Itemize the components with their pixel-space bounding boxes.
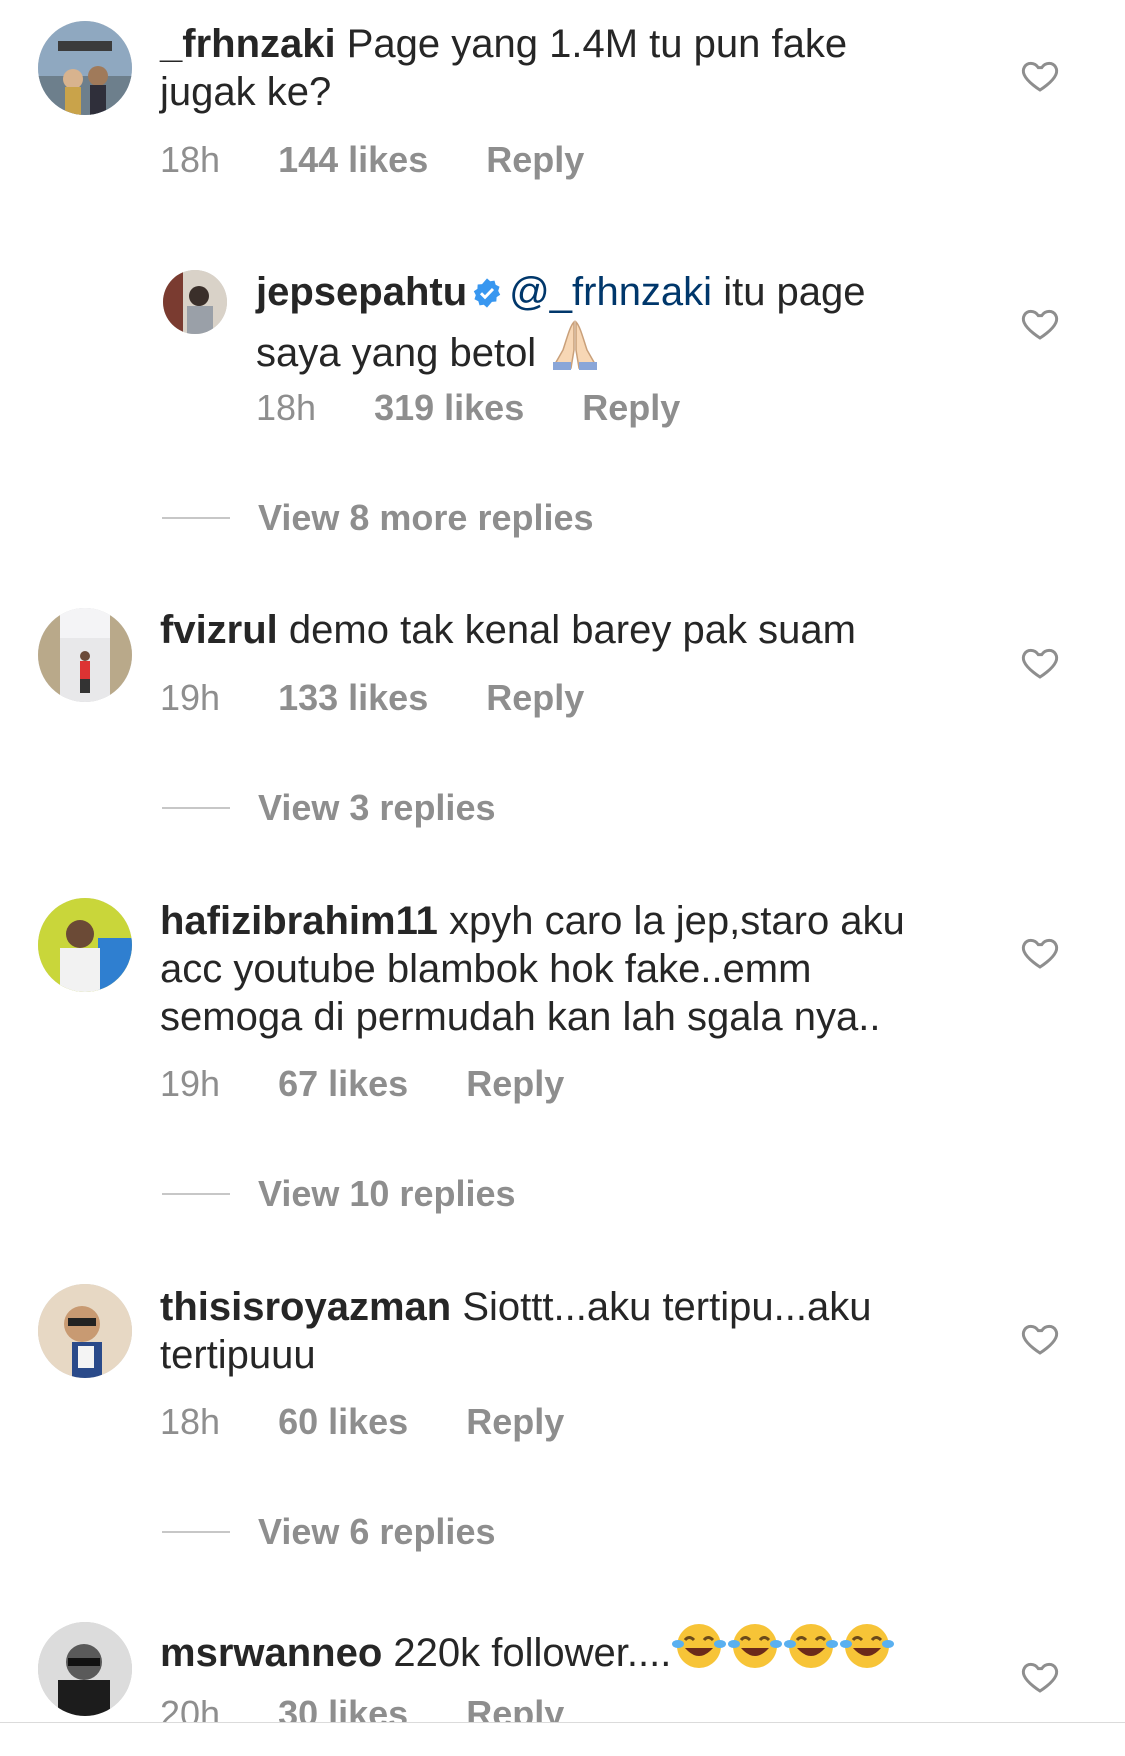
divider-line <box>162 517 230 519</box>
comment-body-line2: acc youtube blambok hok fake..emm <box>160 947 812 991</box>
reply-button[interactable]: Reply <box>486 139 584 180</box>
username[interactable]: fvizrul <box>160 608 278 652</box>
timestamp: 18h <box>160 1401 221 1442</box>
comment-body-line2: jugak ke? <box>160 70 332 114</box>
folded-hands-emoji-icon <box>547 316 603 383</box>
comment-meta: 18h 144 likes Reply <box>160 140 584 180</box>
timestamp: 18h <box>160 139 221 180</box>
view-replies-button[interactable]: View 3 replies <box>162 788 495 828</box>
face-with-tears-of-joy-icon <box>839 1620 895 1683</box>
reply-button[interactable]: Reply <box>582 387 680 428</box>
view-replies-label[interactable]: View 10 replies <box>258 1174 516 1214</box>
avatar-fvizrul[interactable] <box>38 608 132 702</box>
username[interactable]: jepsepahtu <box>256 270 467 314</box>
reply-button[interactable]: Reply <box>466 1063 564 1104</box>
comment-body-line2: tertipuuu <box>160 1333 316 1377</box>
username[interactable]: msrwanneo <box>160 1631 382 1675</box>
likes-count[interactable]: 30 likes <box>278 1694 408 1722</box>
comment-text: msrwanneo 220k follower.... <box>160 1620 960 1683</box>
avatar-hafizibrahim11[interactable] <box>38 898 132 992</box>
divider-line <box>162 1531 230 1533</box>
timestamp: 18h <box>256 387 317 428</box>
comment-text: thisisroyazman Siottt...aku tertipu...ak… <box>160 1283 940 1379</box>
heart-icon[interactable] <box>1020 55 1060 95</box>
divider-line <box>162 807 230 809</box>
comment-text: fvizrul demo tak kenal barey pak suam <box>160 606 940 654</box>
avatar-jepsepahtu[interactable] <box>163 270 227 334</box>
mention-link[interactable]: @_frhnzaki <box>509 270 712 314</box>
likes-count[interactable]: 67 likes <box>278 1063 408 1104</box>
face-with-tears-of-joy-icon <box>727 1620 783 1683</box>
comment-body: Page yang 1.4M tu pun fake <box>346 22 848 66</box>
view-replies-button[interactable]: View 8 more replies <box>162 498 594 538</box>
avatar-thisisroyazman[interactable] <box>38 1284 132 1378</box>
comment-body-line3: semoga di permudah kan lah sgala nya.. <box>160 995 881 1039</box>
timestamp: 20h <box>160 1694 221 1722</box>
heart-icon[interactable] <box>1020 303 1060 343</box>
username[interactable]: hafizibrahim11 <box>160 899 438 943</box>
likes-count[interactable]: 144 likes <box>278 139 428 180</box>
timestamp: 19h <box>160 1063 221 1104</box>
likes-count[interactable]: 133 likes <box>278 677 428 718</box>
comment-meta: 18h 319 likes Reply <box>256 388 680 428</box>
view-replies-label[interactable]: View 3 replies <box>258 788 495 828</box>
comment-body-line2: saya yang betol <box>256 331 537 375</box>
comment-body: Siottt...aku tertipu...aku <box>462 1285 872 1329</box>
comment-text: _frhnzaki Page yang 1.4M tu pun fake jug… <box>160 20 940 116</box>
comment-text: hafizibrahim11 xpyh caro la jep,staro ak… <box>160 897 960 1041</box>
face-with-tears-of-joy-icon <box>671 1620 727 1683</box>
username[interactable]: thisisroyazman <box>160 1285 451 1329</box>
view-replies-label[interactable]: View 8 more replies <box>258 498 594 538</box>
comment-body: 220k follower.... <box>393 1631 672 1675</box>
heart-icon[interactable] <box>1020 1656 1060 1696</box>
view-replies-button[interactable]: View 6 replies <box>162 1512 495 1552</box>
comment-text: jepsepahtu @_frhnzaki itu page saya yang … <box>256 268 956 383</box>
comments-screen: _frhnzaki Page yang 1.4M tu pun fake jug… <box>0 0 1125 1756</box>
reply-button[interactable]: Reply <box>466 1401 564 1442</box>
comment-meta: 18h 60 likes Reply <box>160 1402 564 1442</box>
reply-button[interactable]: Reply <box>466 1694 564 1722</box>
avatar-msrwanneo[interactable] <box>38 1622 132 1716</box>
comment-body: itu page <box>712 270 866 314</box>
heart-icon[interactable] <box>1020 1318 1060 1358</box>
heart-icon[interactable] <box>1020 642 1060 682</box>
comment-meta: 19h 133 likes Reply <box>160 678 584 718</box>
likes-count[interactable]: 60 likes <box>278 1401 408 1442</box>
likes-count[interactable]: 319 likes <box>374 387 524 428</box>
heart-icon[interactable] <box>1020 932 1060 972</box>
username[interactable]: _frhnzaki <box>160 22 336 66</box>
bottom-divider <box>0 1722 1125 1723</box>
comment-meta: 20h 30 likes Reply <box>160 1694 564 1722</box>
verified-badge-icon <box>471 272 503 308</box>
comment-meta: 19h 67 likes Reply <box>160 1064 564 1104</box>
timestamp: 19h <box>160 677 221 718</box>
comment-body: xpyh caro la jep,staro aku <box>449 899 905 943</box>
face-with-tears-of-joy-icon <box>783 1620 839 1683</box>
reply-button[interactable]: Reply <box>486 677 584 718</box>
divider-line <box>162 1193 230 1195</box>
view-replies-button[interactable]: View 10 replies <box>162 1174 516 1214</box>
comment-body: demo tak kenal barey pak suam <box>288 608 856 652</box>
avatar-frhnzaki[interactable] <box>38 21 132 115</box>
view-replies-label[interactable]: View 6 replies <box>258 1512 495 1552</box>
